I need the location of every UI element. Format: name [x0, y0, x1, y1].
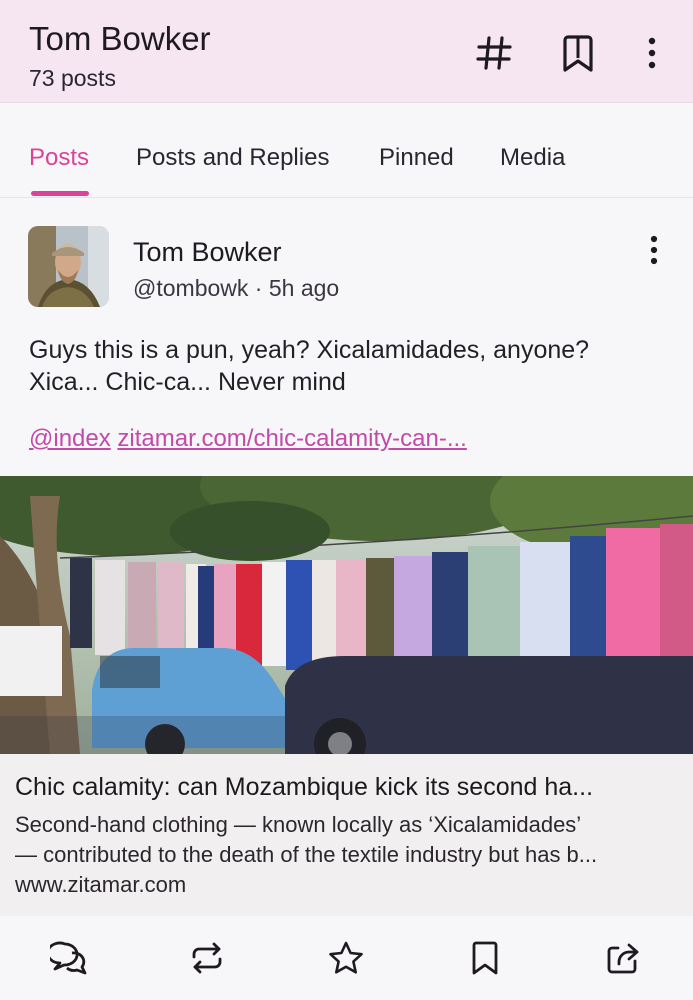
post-text-line: Guys this is a pun, yeah? Xicalamidades,… [29, 336, 590, 364]
boost-icon [192, 942, 222, 974]
preview-text: Chic calamity: can Mozambique kick its s… [0, 754, 693, 916]
boost-button[interactable] [187, 938, 227, 978]
share-icon [607, 943, 639, 974]
bookmarks-button[interactable] [557, 30, 601, 76]
favourite-button[interactable] [326, 938, 366, 978]
profile-tabs: Posts Posts and Replies Pinned Media [0, 103, 693, 198]
bookmark-button[interactable] [465, 938, 505, 978]
post-author[interactable]: Tom Bowker [133, 236, 282, 268]
meta-separator: · [254, 275, 263, 301]
preview-description-line: — contributed to the death of the textil… [15, 842, 598, 867]
post-count: 73 posts [29, 65, 116, 91]
post-content: Guys this is a pun, yeah? Xicalamidades,… [29, 334, 669, 398]
tab-pinned[interactable]: Pinned [379, 143, 454, 173]
avatar[interactable] [28, 226, 109, 307]
active-tab-indicator [31, 191, 89, 196]
reply-icon [50, 941, 87, 975]
post[interactable]: Tom Bowker @tombowk · 5h ago Guys this i… [0, 198, 693, 1000]
profile-title: Tom Bowker [29, 20, 211, 57]
link-preview-card[interactable]: Chic calamity: can Mozambique kick its s… [0, 476, 693, 916]
post-text-line: Xica... Chic-ca... Never mind [29, 368, 346, 396]
post-timestamp[interactable]: 5h ago [269, 275, 339, 301]
profile-header: Tom Bowker 73 posts [0, 0, 693, 103]
reply-button[interactable] [49, 938, 89, 978]
preview-domain: www.zitamar.com [15, 872, 187, 897]
more-options-button[interactable] [632, 30, 672, 76]
mention-link[interactable]: @index [29, 425, 111, 452]
post-actions [0, 918, 693, 1000]
bookmark-icon [472, 941, 498, 975]
more-vertical-icon [650, 235, 658, 265]
more-vertical-icon [648, 37, 656, 69]
tab-posts-and-replies[interactable]: Posts and Replies [136, 143, 329, 173]
hashtag-button[interactable] [472, 30, 516, 76]
preview-image [0, 476, 693, 754]
post-meta: @tombowk · 5h ago [133, 274, 339, 302]
preview-title: Chic calamity: can Mozambique kick its s… [15, 773, 594, 801]
hashtag-icon [476, 36, 512, 70]
tab-posts[interactable]: Posts [29, 143, 89, 173]
post-handle[interactable]: @tombowk [133, 275, 248, 301]
share-button[interactable] [604, 938, 644, 978]
favourite-icon [329, 941, 363, 974]
post-links: @index zitamar.com/chic-calamity-can-... [29, 424, 467, 454]
preview-description-line: Second-hand clothing — known locally as … [15, 812, 582, 837]
preview-description: Second-hand clothing — known locally as … [15, 810, 680, 870]
tab-media[interactable]: Media [500, 143, 565, 173]
bookmarks-icon [563, 35, 593, 72]
article-link[interactable]: zitamar.com/chic-calamity-can-... [117, 425, 466, 452]
post-more-button[interactable] [636, 232, 672, 268]
